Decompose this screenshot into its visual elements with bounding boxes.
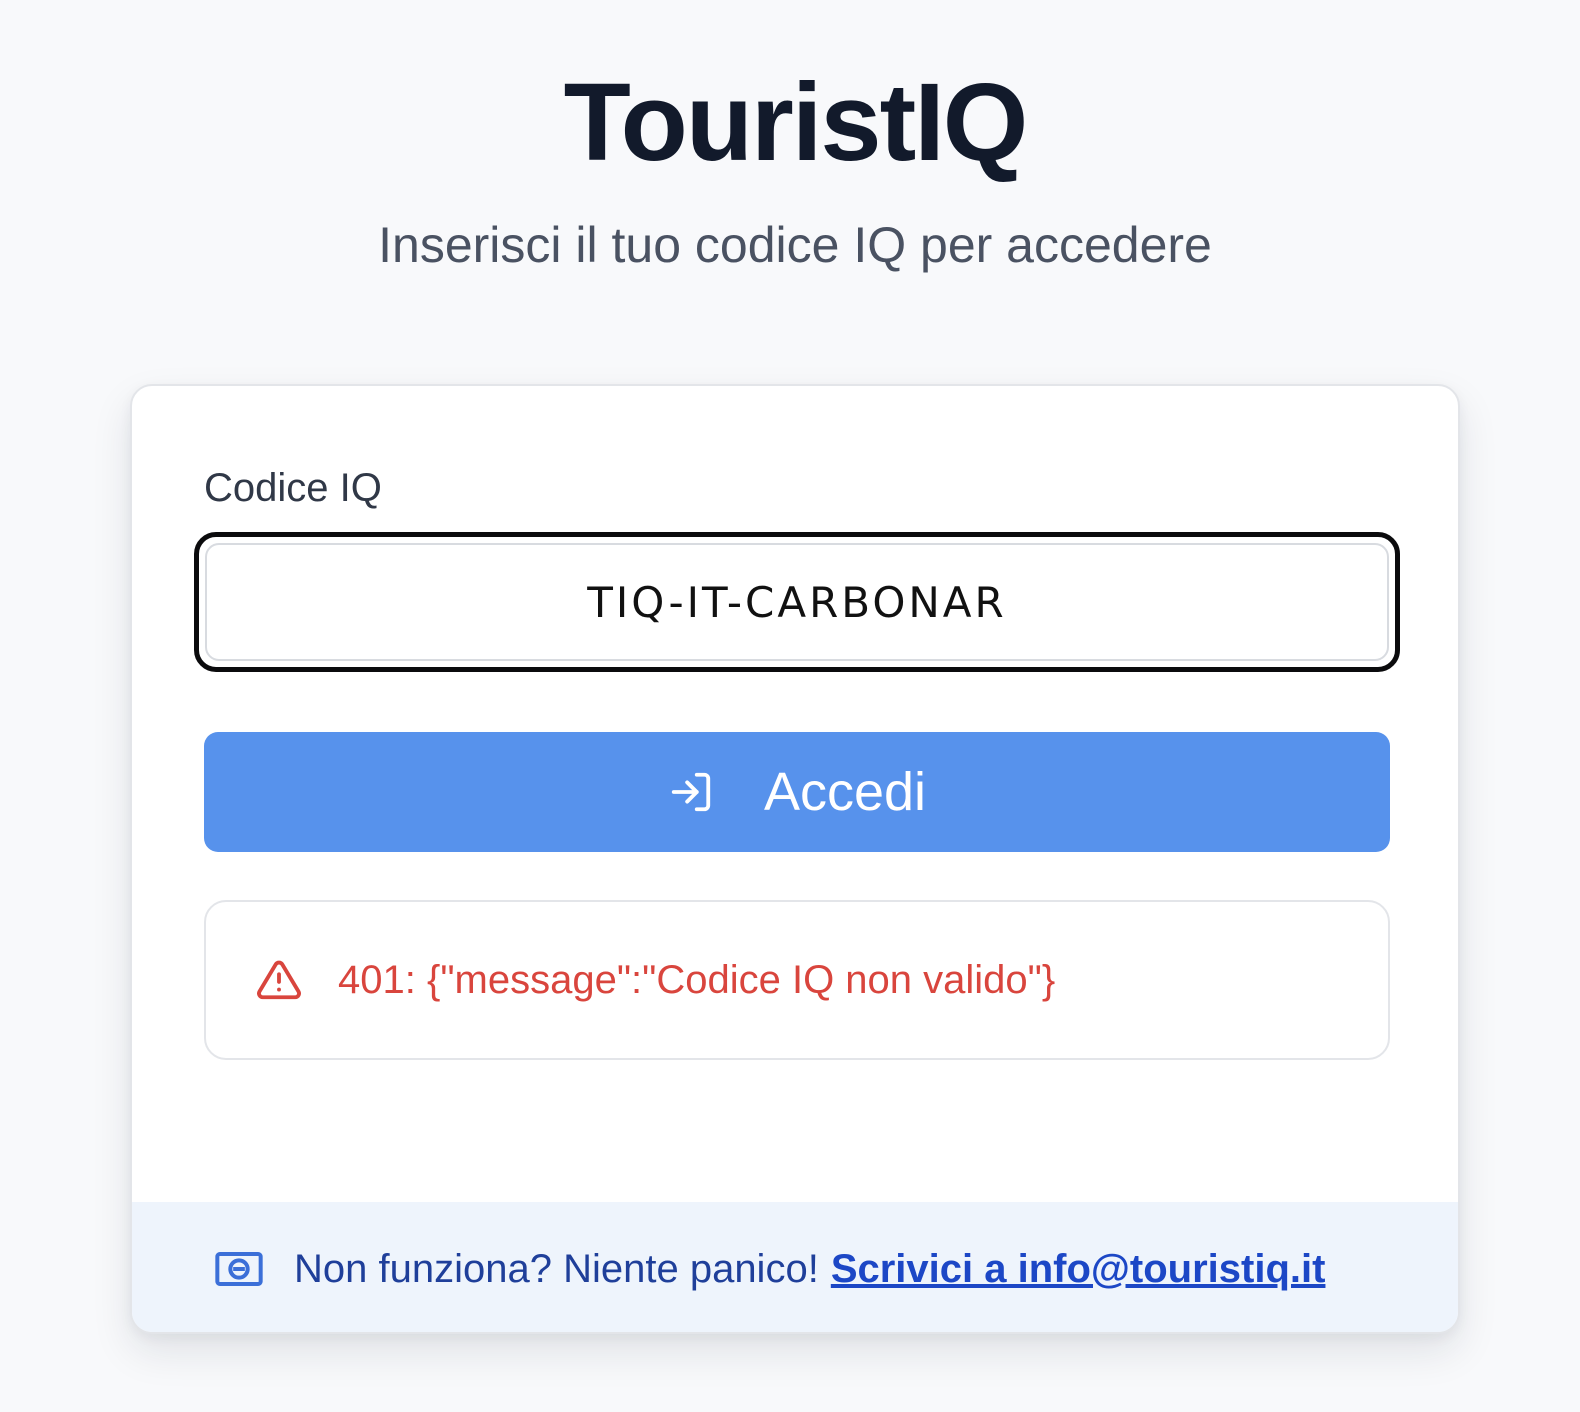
login-button[interactable]: Accedi bbox=[204, 732, 1390, 852]
iq-code-input[interactable] bbox=[205, 543, 1389, 661]
contact-email-link[interactable]: Scrivici a info@touristiq.it bbox=[831, 1247, 1326, 1292]
help-footer: Non funziona? Niente panico! Scrivici a … bbox=[132, 1202, 1458, 1332]
error-message: 401: {"message":"Codice IQ non valido"} bbox=[338, 957, 1056, 1002]
login-button-label: Accedi bbox=[763, 762, 927, 822]
app-subtitle: Inserisci il tuo codice IQ per accedere bbox=[378, 217, 1212, 273]
code-field-label: Codice IQ bbox=[204, 466, 382, 510]
error-alert: 401: {"message":"Codice IQ non valido"} bbox=[204, 900, 1390, 1060]
login-card: Codice IQ Accedi 401: {"message":"Codice… bbox=[130, 384, 1460, 1334]
warning-triangle-icon bbox=[254, 957, 304, 1003]
log-in-icon bbox=[668, 769, 714, 815]
code-input-focus-ring bbox=[194, 532, 1400, 672]
app-title: TouristIQ bbox=[563, 61, 1029, 184]
help-text: Non funziona? Niente panico! bbox=[294, 1246, 819, 1291]
mail-icon bbox=[214, 1249, 264, 1289]
